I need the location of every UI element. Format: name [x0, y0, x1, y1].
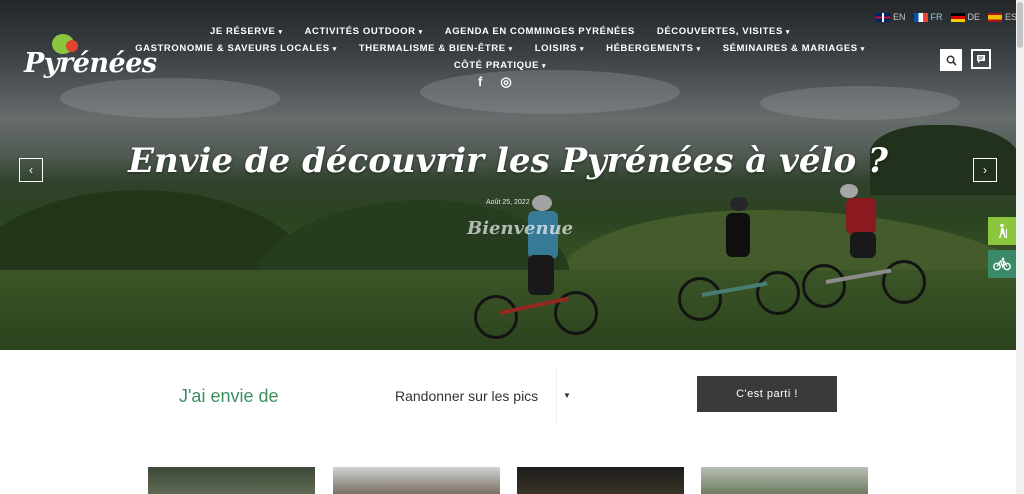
chevron-down-icon: ▾ — [508, 46, 513, 53]
uk-flag-icon — [876, 12, 890, 22]
finder-title: J'ai envie de — [179, 386, 279, 406]
fr-flag-icon — [913, 12, 928, 22]
scrollbar-thumb[interactable] — [1017, 2, 1023, 48]
page-scrollbar[interactable] — [1016, 0, 1024, 494]
social-links: f ◎ — [478, 74, 512, 90]
lang-es[interactable]: ES — [988, 12, 1016, 22]
chevron-down-icon: ▾ — [580, 46, 585, 53]
card-thumbnail[interactable] — [148, 467, 315, 494]
page: Pyrénées JE RÉSERVE ▾ ACTIVITÉS OUTDOOR ▾ … — [0, 0, 1024, 494]
nav-row-1: JE RÉSERVE ▾ ACTIVITÉS OUTDOOR ▾ AGENDA EN… — [140, 26, 860, 42]
nav-item-gastronomie[interactable]: GASTRONOMIE & SAVEURS LOCALES ▾ — [135, 43, 337, 59]
card-thumbnail[interactable] — [517, 467, 684, 494]
chevron-down-icon: ▾ — [418, 29, 423, 36]
nav-item-activites-outdoor[interactable]: ACTIVITÉS OUTDOOR ▾ — [305, 26, 423, 42]
search-icon — [946, 55, 957, 66]
nav-item-je-reserve[interactable]: JE RÉSERVE ▾ — [210, 26, 283, 42]
activity-finder: J'ai envie de Randonner sur les pics ▼ C… — [0, 350, 1016, 494]
main-nav: JE RÉSERVE ▾ ACTIVITÉS OUTDOOR ▾ AGENDA EN… — [135, 26, 864, 77]
caret-down-icon[interactable]: ▼ — [563, 391, 571, 400]
lang-de[interactable]: DE — [950, 12, 980, 22]
facebook-icon[interactable]: f — [478, 74, 482, 90]
es-flag-icon — [988, 12, 1003, 22]
chat-icon — [977, 55, 985, 64]
hiking-tab[interactable] — [988, 217, 1016, 245]
hero-date: Août 25, 2022 — [486, 199, 530, 206]
site-logo[interactable]: Pyrénées — [24, 34, 157, 84]
nav-item-loisirs[interactable]: LOISIRS ▾ — [535, 43, 584, 59]
bike-icon — [993, 257, 1011, 271]
lang-en[interactable]: EN — [876, 12, 906, 22]
nav-item-hebergements[interactable]: HÉBERGEMENTS ▾ — [606, 43, 701, 59]
divider — [556, 368, 557, 424]
chevron-down-icon: ▾ — [696, 46, 701, 53]
chevron-down-icon: ▾ — [278, 29, 283, 36]
instagram-icon[interactable]: ◎ — [500, 74, 511, 90]
search-button[interactable] — [940, 49, 962, 71]
hiking-icon — [999, 223, 1007, 238]
nav-item-decouvertes[interactable]: DÉCOUVERTES, VISITES ▾ — [657, 26, 790, 42]
nav-item-seminaires[interactable]: SÉMINAIRES & MARIAGES ▾ — [723, 43, 865, 59]
chevron-down-icon: ▾ — [785, 29, 791, 36]
nav-item-thermalisme[interactable]: THERMALISME & BIEN-ÊTRE ▾ — [359, 43, 513, 59]
bike-tab[interactable] — [988, 250, 1016, 278]
de-flag-icon — [950, 12, 965, 22]
hero-slider: Pyrénées JE RÉSERVE ▾ ACTIVITÉS OUTDOOR ▾ … — [0, 0, 1016, 350]
chevron-down-icon: ▾ — [542, 63, 547, 70]
card-thumbnail[interactable] — [333, 467, 500, 494]
card-thumbnail[interactable] — [701, 467, 868, 494]
activity-select[interactable]: Randonner sur les pics — [395, 388, 538, 404]
hero-headline: Envie de découvrir les Pyrénées à vélo ? — [128, 141, 888, 181]
chevron-down-icon: ▾ — [332, 46, 337, 53]
lang-fr[interactable]: FR — [913, 12, 943, 22]
nav-row-2: GASTRONOMIE & SAVEURS LOCALES ▾ THERMALIS… — [135, 43, 864, 59]
nav-item-agenda[interactable]: AGENDA EN COMMINGES PYRÉNÉES — [445, 26, 635, 42]
hero-category[interactable]: Bienvenue — [467, 218, 573, 239]
submit-button[interactable]: C'est parti ! — [697, 376, 837, 412]
language-switcher: EN FR DE ES — [876, 12, 1016, 22]
chat-button[interactable] — [971, 49, 991, 69]
chevron-down-icon: ▾ — [860, 46, 865, 53]
